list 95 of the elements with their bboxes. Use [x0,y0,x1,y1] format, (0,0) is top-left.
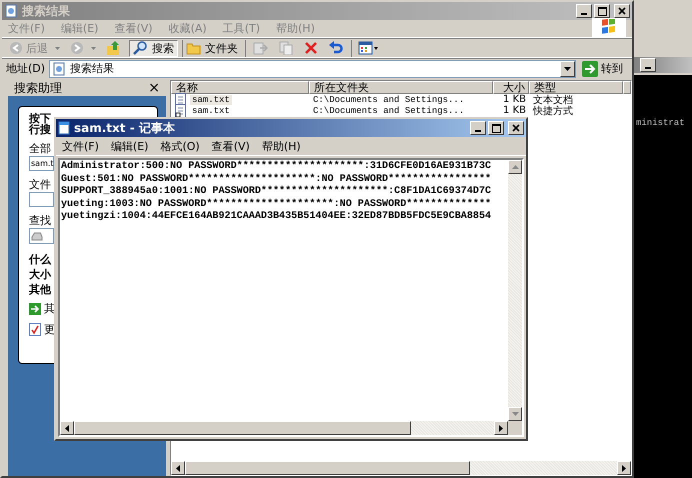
right-arrow-icon [622,464,626,472]
vertical-scrollbar[interactable] [508,160,522,421]
copy-files-icon [278,41,294,55]
option-link[interactable]: 更 [29,322,55,337]
undo-icon [328,41,344,55]
left-arrow-icon [176,464,180,472]
table-cell-text: C:\Documents and Settings... [312,94,466,104]
checked-document-icon [29,323,41,336]
search-prompt-text: 大小 [29,269,51,280]
dropdown-arrow-button[interactable] [560,60,575,76]
menu-item[interactable]: 帮助(H) [262,138,301,154]
folder-up-icon [106,40,122,56]
notepad-icon [58,121,70,135]
menu-item[interactable]: 编辑(E) [110,138,148,154]
arrow-icon [29,302,41,314]
dropdown-arrow-icon [55,46,60,50]
scroll-right-button[interactable] [494,421,508,435]
search-prompt-text: 什么 [29,254,51,265]
scroll-left-button[interactable] [171,461,185,475]
minimize-button[interactable] [640,58,656,72]
file-arrow-icon [252,41,268,55]
location-select[interactable] [29,228,54,244]
column-header[interactable]: 大小 [493,81,529,94]
dropdown-arrow-icon [564,66,571,70]
close-button[interactable] [508,121,524,135]
field-label: 查找 [29,215,51,226]
menu-item[interactable]: 格式(O) [160,138,200,154]
views-button[interactable] [351,40,381,56]
column-header[interactable]: 类型 [529,81,623,94]
right-arrow-icon [499,424,503,432]
window-title: 搜索结果 [22,2,70,20]
search-window-icon [52,62,66,76]
close-icon [618,7,626,15]
window-title: sam.txt - 记事本 [74,120,175,136]
search-button[interactable]: 搜索 [129,40,178,56]
column-header[interactable]: 所在文件夹 [309,81,493,94]
text-line: Administrator:500:NO PASSWORD*********************:31D6CFE0D16AE931B73C [61,161,492,174]
field-label: 全部 [29,143,51,154]
up-arrow-icon [512,165,518,169]
text-line: SUPPORT_388945a0:1001:NO PASSWORD*********************:C8F1DA1C69374D7C [61,186,492,198]
down-arrow-icon [512,412,518,416]
scrollbar-thumb[interactable] [74,421,412,435]
maximize-button[interactable] [488,121,504,135]
console-text: ministrat [636,118,685,128]
input-field[interactable]: sam.t [29,156,54,171]
search-prompt-text: 其他 [29,284,51,295]
views-grid-icon [358,41,378,55]
go-button[interactable]: 转到 [580,60,628,76]
file-name[interactable]: sam.txt [190,94,232,104]
file-name[interactable]: sam.txt [190,106,232,116]
close-pane-button[interactable]: × [148,80,160,96]
scrollbar-thumb[interactable] [185,461,470,475]
table-cell-text: 1 KB [502,105,527,116]
maximize-icon [492,124,500,132]
move-to-button[interactable] [245,40,271,56]
address-label: 地址(D) [6,61,46,76]
scroll-left-button[interactable] [60,421,74,435]
minimize-button[interactable] [470,121,486,135]
menu-item[interactable]: 查看(V) [212,138,250,154]
search-window-icon [4,4,18,18]
left-arrow-icon [65,424,69,432]
table-cell-text: 1 KB [502,94,527,105]
menu-item[interactable]: 文件(F) [62,138,99,154]
field-label: 文件 [29,179,51,190]
column-header[interactable]: 名称 [171,81,309,94]
horizontal-scrollbar[interactable] [171,461,631,475]
search-prompt-text: 按下 [29,113,51,124]
maximize-icon [598,6,606,16]
scroll-up-button[interactable] [508,160,522,174]
option-link[interactable]: 其 [29,301,55,316]
text-line: yuetingzi:1004:44EFCE164AB921CAAAD3B435B51404EE:32ED87BDB5FDC5E9CBA8854 [61,211,492,224]
table-cell-text: C:\Documents and Settings... [312,106,466,116]
resize-grip[interactable] [508,421,522,435]
text-editor[interactable] [58,158,524,437]
search-icon [133,40,149,56]
dropdown-arrow-icon [91,46,96,50]
shortcut-file-icon [175,104,187,118]
scroll-right-button[interactable] [617,461,631,475]
pane-title: 搜索助理 [14,80,62,96]
folder-icon [186,41,202,55]
search-prompt-text: 行搜 [29,124,51,135]
scroll-down-button[interactable] [508,407,522,421]
table-cell-text: 快捷方式 [532,104,574,118]
close-icon [512,124,520,132]
folders-button[interactable]: 文件夹 [182,40,241,56]
text-line: Guest:501:NO PASSWORD*********************:NO PASSWORD***************** [61,174,492,186]
address-field[interactable]: 搜索结果 [49,60,576,78]
table-cell-text: 文本文档 [532,94,574,106]
text-line: yueting:1003:NO PASSWORD*********************:NO PASSWORD************** [61,198,492,210]
column-header[interactable] [623,81,631,94]
input-field[interactable] [29,192,54,207]
delete-icon [304,41,318,55]
drive-icon [31,232,43,240]
go-arrow-icon [582,60,598,76]
horizontal-scrollbar[interactable] [60,421,522,435]
